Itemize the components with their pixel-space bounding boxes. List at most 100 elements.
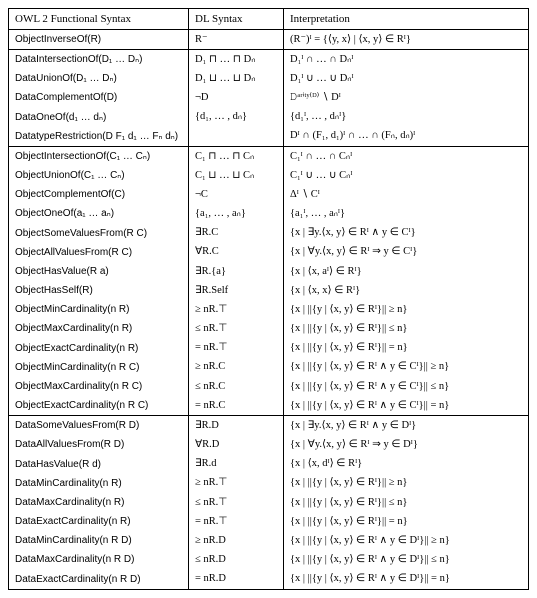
cell-dl-syntax: ∃R.d (189, 455, 284, 474)
cell-interpretation: C₁ᴵ ∩ … ∩ Cₙᴵ (284, 147, 529, 167)
cell-dl-syntax: ≥ nR.D (189, 531, 284, 550)
cell-functional-syntax: DataMinCardinality(n R) (9, 474, 189, 493)
cell-dl-syntax: {a₁, … , aₙ} (189, 205, 284, 224)
cell-functional-syntax: DataHasValue(R d) (9, 455, 189, 474)
cell-interpretation: {x | ||{y | ⟨x, y⟩ ∈ Rᴵ}|| ≥ n} (284, 300, 529, 319)
cell-interpretation: {x | ∀y.⟨x, y⟩ ∈ Rᴵ ⇒ y ∈ Dᴵ} (284, 436, 529, 455)
cell-interpretation: D₁ᴵ ∩ … ∩ Dₙᴵ (284, 50, 529, 70)
cell-interpretation: {x | ||{y | ⟨x, y⟩ ∈ Rᴵ}|| = n} (284, 339, 529, 358)
table-row: ObjectInverseOf(R)R⁻(R⁻)ᴵ = {⟨y, x⟩ | ⟨x… (9, 30, 529, 50)
cell-functional-syntax: DataMaxCardinality(n R) (9, 493, 189, 512)
cell-dl-syntax: C₁ ⊓ … ⊓ Cₙ (189, 147, 284, 167)
cell-functional-syntax: DataExactCardinality(n R) (9, 512, 189, 531)
cell-dl-syntax: ≥ nR.⊤ (189, 474, 284, 493)
table-row: ObjectMinCardinality(n R)≥ nR.⊤{x | ||{y… (9, 300, 529, 319)
cell-dl-syntax: ∃R.{a} (189, 262, 284, 281)
table-row: DataMaxCardinality(n R)≤ nR.⊤{x | ||{y |… (9, 493, 529, 512)
cell-functional-syntax: DataIntersectionOf(D₁ … Dₙ) (9, 50, 189, 70)
cell-functional-syntax: ObjectHasValue(R a) (9, 262, 189, 281)
table-row: ObjectMinCardinality(n R C)≥ nR.C{x | ||… (9, 358, 529, 377)
cell-functional-syntax: ObjectMinCardinality(n R C) (9, 358, 189, 377)
cell-interpretation: {x | ∃y.⟨x, y⟩ ∈ Rᴵ ∧ y ∈ Dᴵ} (284, 416, 529, 436)
table-row: DataUnionOf(D₁ … Dₙ)D₁ ⊔ … ⊔ DₙD₁ᴵ ∪ … ∪… (9, 69, 529, 88)
cell-dl-syntax: {d₁, … , dₙ} (189, 108, 284, 127)
table-row: ObjectExactCardinality(n R C)= nR.C{x | … (9, 396, 529, 416)
cell-dl-syntax: D₁ ⊓ … ⊓ Dₙ (189, 50, 284, 70)
table-row: DatatypeRestriction(D F₁ d₁ … Fₙ dₙ)Dᴵ ∩… (9, 127, 529, 147)
cell-dl-syntax: ≥ nR.⊤ (189, 300, 284, 319)
table-header-row: OWL 2 Functional Syntax DL Syntax Interp… (9, 9, 529, 30)
cell-functional-syntax: DataOneOf(d₁ … dₙ) (9, 108, 189, 127)
header-interpretation: Interpretation (284, 9, 529, 30)
cell-interpretation: 𝙳ᵃʳⁱᵗʸ⁽ᴰ⁾ ∖ Dᴵ (284, 89, 529, 108)
cell-functional-syntax: ObjectHasSelf(R) (9, 281, 189, 300)
table-row: ObjectOneOf(a₁ … aₙ){a₁, … , aₙ}{a₁ᴵ, … … (9, 205, 529, 224)
cell-dl-syntax: ≤ nR.⊤ (189, 320, 284, 339)
table-row: DataHasValue(R d)∃R.d{x | ⟨x, dᴵ⟩ ∈ Rᴵ} (9, 455, 529, 474)
cell-dl-syntax: D₁ ⊔ … ⊔ Dₙ (189, 69, 284, 88)
cell-functional-syntax: ObjectAllValuesFrom(R C) (9, 243, 189, 262)
table-row: DataIntersectionOf(D₁ … Dₙ)D₁ ⊓ … ⊓ DₙD₁… (9, 50, 529, 70)
table-row: ObjectSomeValuesFrom(R C)∃R.C{x | ∃y.⟨x,… (9, 224, 529, 243)
table-row: ObjectMaxCardinality(n R C)≤ nR.C{x | ||… (9, 377, 529, 396)
cell-dl-syntax: ∀R.C (189, 243, 284, 262)
cell-interpretation: {x | ||{y | ⟨x, y⟩ ∈ Rᴵ ∧ y ∈ Dᴵ}|| ≥ n} (284, 531, 529, 550)
cell-functional-syntax: ObjectMaxCardinality(n R) (9, 320, 189, 339)
cell-dl-syntax: ¬C (189, 185, 284, 204)
cell-functional-syntax: DataExactCardinality(n R D) (9, 570, 189, 590)
owl2-semantics-table: OWL 2 Functional Syntax DL Syntax Interp… (8, 8, 529, 590)
cell-functional-syntax: ObjectOneOf(a₁ … aₙ) (9, 205, 189, 224)
cell-interpretation: (R⁻)ᴵ = {⟨y, x⟩ | ⟨x, y⟩ ∈ Rᴵ} (284, 30, 529, 50)
cell-interpretation: {a₁ᴵ, … , aₙᴵ} (284, 205, 529, 224)
cell-interpretation: Δᴵ ∖ Cᴵ (284, 185, 529, 204)
cell-interpretation: {x | ||{y | ⟨x, y⟩ ∈ Rᴵ}|| ≤ n} (284, 493, 529, 512)
table-row: ObjectMaxCardinality(n R)≤ nR.⊤{x | ||{y… (9, 320, 529, 339)
cell-interpretation: {x | ||{y | ⟨x, y⟩ ∈ Rᴵ}|| ≥ n} (284, 474, 529, 493)
table-row: DataComplementOf(D)¬D𝙳ᵃʳⁱᵗʸ⁽ᴰ⁾ ∖ Dᴵ (9, 89, 529, 108)
cell-functional-syntax: ObjectExactCardinality(n R) (9, 339, 189, 358)
table-row: DataAllValuesFrom(R D)∀R.D{x | ∀y.⟨x, y⟩… (9, 436, 529, 455)
cell-interpretation: {x | ||{y | ⟨x, y⟩ ∈ Rᴵ}|| = n} (284, 512, 529, 531)
cell-functional-syntax: DataSomeValuesFrom(R D) (9, 416, 189, 436)
cell-functional-syntax: DataMaxCardinality(n R D) (9, 551, 189, 570)
header-dl-syntax: DL Syntax (189, 9, 284, 30)
cell-interpretation: C₁ᴵ ∪ … ∪ Cₙᴵ (284, 166, 529, 185)
table-row: ObjectHasValue(R a)∃R.{a}{x | ⟨x, aᴵ⟩ ∈ … (9, 262, 529, 281)
table-row: ObjectHasSelf(R)∃R.Self{x | ⟨x, x⟩ ∈ Rᴵ} (9, 281, 529, 300)
table-row: DataExactCardinality(n R D)= nR.D{x | ||… (9, 570, 529, 590)
cell-dl-syntax: = nR.⊤ (189, 339, 284, 358)
cell-dl-syntax: ≤ nR.⊤ (189, 493, 284, 512)
cell-functional-syntax: DataComplementOf(D) (9, 89, 189, 108)
cell-dl-syntax: ¬D (189, 89, 284, 108)
cell-interpretation: Dᴵ ∩ (F₁, d₁)ᴵ ∩ … ∩ (Fₙ, dₙ)ᴵ (284, 127, 529, 147)
cell-functional-syntax: ObjectSomeValuesFrom(R C) (9, 224, 189, 243)
cell-functional-syntax: ObjectMinCardinality(n R) (9, 300, 189, 319)
cell-dl-syntax: ∀R.D (189, 436, 284, 455)
cell-functional-syntax: ObjectUnionOf(C₁ … Cₙ) (9, 166, 189, 185)
cell-interpretation: D₁ᴵ ∪ … ∪ Dₙᴵ (284, 69, 529, 88)
cell-interpretation: {x | ⟨x, x⟩ ∈ Rᴵ} (284, 281, 529, 300)
cell-interpretation: {x | ||{y | ⟨x, y⟩ ∈ Rᴵ ∧ y ∈ Cᴵ}|| ≤ n} (284, 377, 529, 396)
cell-dl-syntax: ∃R.D (189, 416, 284, 436)
cell-interpretation: {x | ||{y | ⟨x, y⟩ ∈ Rᴵ ∧ y ∈ Cᴵ}|| ≥ n} (284, 358, 529, 377)
cell-functional-syntax: DataUnionOf(D₁ … Dₙ) (9, 69, 189, 88)
cell-interpretation: {x | ||{y | ⟨x, y⟩ ∈ Rᴵ}|| ≤ n} (284, 320, 529, 339)
cell-dl-syntax: C₁ ⊔ … ⊔ Cₙ (189, 166, 284, 185)
cell-interpretation: {x | ⟨x, aᴵ⟩ ∈ Rᴵ} (284, 262, 529, 281)
cell-interpretation: {x | ||{y | ⟨x, y⟩ ∈ Rᴵ ∧ y ∈ Cᴵ}|| = n} (284, 396, 529, 416)
cell-interpretation: {x | ∃y.⟨x, y⟩ ∈ Rᴵ ∧ y ∈ Cᴵ} (284, 224, 529, 243)
cell-functional-syntax: ObjectInverseOf(R) (9, 30, 189, 50)
cell-dl-syntax: ∃R.C (189, 224, 284, 243)
cell-functional-syntax: ObjectComplementOf(C) (9, 185, 189, 204)
cell-interpretation: {x | ||{y | ⟨x, y⟩ ∈ Rᴵ ∧ y ∈ Dᴵ}|| ≤ n} (284, 551, 529, 570)
cell-dl-syntax: = nR.D (189, 570, 284, 590)
cell-interpretation: {d₁ᴵ, … , dₙᴵ} (284, 108, 529, 127)
table-row: ObjectIntersectionOf(C₁ … Cₙ)C₁ ⊓ … ⊓ Cₙ… (9, 147, 529, 167)
cell-interpretation: {x | ||{y | ⟨x, y⟩ ∈ Rᴵ ∧ y ∈ Dᴵ}|| = n} (284, 570, 529, 590)
cell-interpretation: {x | ∀y.⟨x, y⟩ ∈ Rᴵ ⇒ y ∈ Cᴵ} (284, 243, 529, 262)
table-row: DataSomeValuesFrom(R D)∃R.D{x | ∃y.⟨x, y… (9, 416, 529, 436)
cell-dl-syntax: = nR.C (189, 396, 284, 416)
cell-dl-syntax: ≥ nR.C (189, 358, 284, 377)
cell-functional-syntax: ObjectExactCardinality(n R C) (9, 396, 189, 416)
table-row: DataMaxCardinality(n R D)≤ nR.D{x | ||{y… (9, 551, 529, 570)
